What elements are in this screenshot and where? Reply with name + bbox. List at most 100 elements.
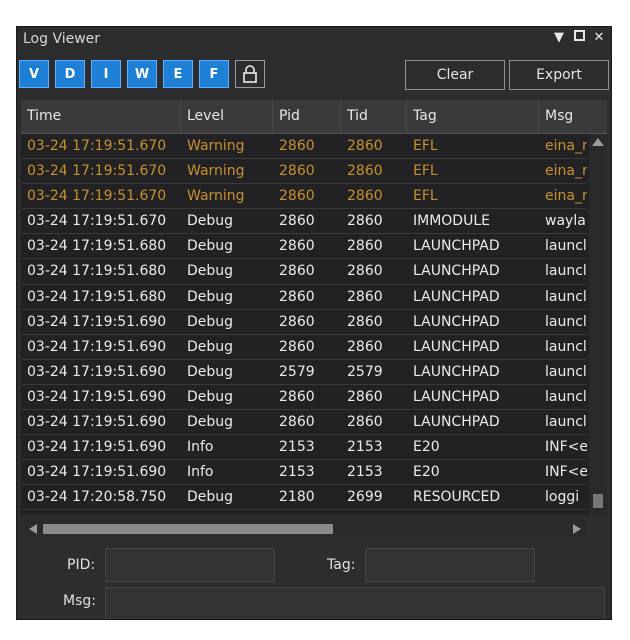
- cell-level: Info: [187, 464, 214, 481]
- cell-time: 03-24 17:19:51.670: [27, 213, 167, 230]
- maximize-icon[interactable]: [573, 30, 585, 45]
- warning-filter-button[interactable]: W: [127, 60, 157, 88]
- cell-tag: LAUNCHPAD: [413, 388, 500, 405]
- cell-tid: 2860: [347, 213, 383, 230]
- cell-tid: 2579: [347, 363, 383, 380]
- cell-tag: LAUNCHPAD: [413, 263, 500, 280]
- debug-filter-button[interactable]: D: [55, 60, 85, 88]
- cell-level: Warning: [187, 188, 245, 205]
- cell-pid: 2860: [279, 263, 315, 280]
- scroll-lock-button[interactable]: [235, 60, 265, 88]
- cell-tag: LAUNCHPAD: [413, 313, 500, 330]
- log-table: Time Level Pid Tid Tag Msg 03-24 17:19:5…: [21, 100, 607, 515]
- table-row[interactable]: 03-24 17:19:51.680 Debug 2860 2860 LAUNCHPAD…: [21, 234, 587, 260]
- cell-tid: 2699: [347, 489, 383, 506]
- column-header-level[interactable]: Level: [181, 100, 273, 133]
- column-header-tid[interactable]: Tid: [341, 100, 407, 133]
- tag-label: Tag:: [327, 557, 356, 573]
- cell-pid: 2860: [279, 414, 315, 431]
- table-row[interactable]: 03-24 17:19:51.690 Info 2153 2153 E20 INF<e: [21, 460, 587, 486]
- vertical-scroll-thumb[interactable]: [593, 494, 603, 508]
- cell-level: Debug: [187, 388, 234, 405]
- table-row[interactable]: 03-24 17:19:51.680 Debug 2860 2860 LAUNCHPAD…: [21, 259, 587, 285]
- cell-tid: 2860: [347, 288, 383, 305]
- cell-msg: launcl: [545, 363, 587, 380]
- cell-time: 03-24 17:19:51.690: [27, 388, 167, 405]
- cell-tag: E20: [413, 464, 440, 481]
- table-row[interactable]: 03-24 17:20:58.750 Debug 2180 2699 RESOURCED…: [21, 485, 587, 511]
- cell-time: 03-24 17:19:51.690: [27, 414, 167, 431]
- log-viewer-panel: Log Viewer ▼ ✕ V D I W E F Clear Export …: [16, 26, 612, 620]
- cell-time: 03-24 17:19:51.690: [27, 464, 167, 481]
- scroll-left-icon[interactable]: [29, 524, 37, 534]
- cell-time: 03-24 17:19:51.680: [27, 263, 167, 280]
- table-header: Time Level Pid Tid Tag Msg: [21, 100, 607, 134]
- export-button[interactable]: Export: [509, 60, 609, 90]
- table-row[interactable]: 03-24 17:19:51.690 Debug 2579 2579 LAUNCHPAD…: [21, 360, 587, 385]
- cell-tid: 2860: [347, 263, 383, 280]
- cell-msg: loggi: [545, 489, 580, 506]
- error-filter-button[interactable]: E: [163, 60, 193, 88]
- cell-msg: launcl: [545, 313, 587, 330]
- table-body: 03-24 17:19:51.670 Warning 2860 2860 EFL eina…: [21, 134, 587, 511]
- table-row[interactable]: 03-24 17:19:51.670 Debug 2860 2860 IMMODULE w…: [21, 209, 587, 235]
- cell-pid: 2860: [279, 163, 315, 180]
- cell-level: Debug: [187, 213, 234, 230]
- table-row[interactable]: 03-24 17:19:51.690 Debug 2860 2860 LAUNCHPAD…: [21, 310, 587, 335]
- dropdown-icon[interactable]: ▼: [553, 30, 565, 45]
- scroll-right-icon[interactable]: [573, 524, 581, 534]
- verbose-filter-button[interactable]: V: [19, 60, 49, 88]
- cell-msg: eina_r: [545, 188, 587, 205]
- table-row[interactable]: 03-24 17:19:51.690 Info 2153 2153 E20 INF<e: [21, 435, 587, 461]
- cell-time: 03-24 17:19:51.680: [27, 288, 167, 305]
- horizontal-scroll-thumb[interactable]: [43, 524, 333, 534]
- cell-tag: EFL: [413, 188, 438, 205]
- table-row[interactable]: 03-24 17:19:51.690 Debug 2860 2860 LAUNCHPAD…: [21, 335, 587, 360]
- column-header-pid[interactable]: Pid: [273, 100, 341, 133]
- column-header-msg[interactable]: Msg: [539, 100, 607, 133]
- table-row[interactable]: 03-24 17:19:51.670 Warning 2860 2860 EFL eina…: [21, 184, 587, 210]
- cell-tag: EFL: [413, 138, 438, 154]
- table-row[interactable]: 03-24 17:19:51.690 Debug 2860 2860 LAUNCHPAD…: [21, 385, 587, 411]
- lock-icon: [243, 65, 257, 83]
- cell-pid: 2860: [279, 388, 315, 405]
- pid-filter-input[interactable]: [105, 548, 275, 582]
- cell-level: Debug: [187, 313, 234, 330]
- cell-tag: IMMODULE: [413, 213, 490, 230]
- table-row[interactable]: 03-24 17:19:51.670 Warning 2860 2860 EFL eina…: [21, 134, 587, 160]
- window-title: Log Viewer: [23, 31, 101, 47]
- horizontal-scrollbar[interactable]: [25, 520, 585, 538]
- cell-tag: LAUNCHPAD: [413, 363, 500, 380]
- table-row[interactable]: 03-24 17:19:51.670 Warning 2860 2860 EFL eina…: [21, 159, 587, 185]
- pid-label: PID:: [67, 557, 96, 573]
- cell-tid: 2860: [347, 163, 383, 180]
- vertical-scrollbar[interactable]: [589, 134, 607, 515]
- cell-level: Debug: [187, 263, 234, 280]
- clear-button[interactable]: Clear: [405, 60, 505, 90]
- cell-tid: 2860: [347, 188, 383, 205]
- cell-tid: 2860: [347, 138, 383, 154]
- cell-pid: 2860: [279, 188, 315, 205]
- msg-label: Msg:: [63, 593, 96, 609]
- table-row[interactable]: 03-24 17:19:51.680 Debug 2860 2860 LAUNCHPAD…: [21, 285, 587, 310]
- close-icon[interactable]: ✕: [593, 30, 605, 45]
- cell-time: 03-24 17:19:51.670: [27, 163, 167, 180]
- info-filter-button[interactable]: I: [91, 60, 121, 88]
- column-header-time[interactable]: Time: [21, 100, 181, 133]
- cell-level: Debug: [187, 414, 234, 431]
- cell-tag: LAUNCHPAD: [413, 338, 500, 355]
- cell-pid: 2153: [279, 439, 315, 456]
- msg-filter-input[interactable]: [105, 587, 605, 619]
- cell-pid: 2153: [279, 464, 315, 481]
- cell-level: Debug: [187, 338, 234, 355]
- cell-msg: launcl: [545, 263, 587, 280]
- cell-level: Debug: [187, 288, 234, 305]
- cell-tid: 2153: [347, 439, 383, 456]
- column-header-tag[interactable]: Tag: [407, 100, 539, 133]
- tag-filter-input[interactable]: [365, 548, 535, 582]
- table-row[interactable]: 03-24 17:19:51.690 Debug 2860 2860 LAUNCHPAD…: [21, 410, 587, 436]
- cell-pid: 2860: [279, 338, 315, 355]
- cell-time: 03-24 17:19:51.690: [27, 439, 167, 456]
- fatal-filter-button[interactable]: F: [199, 60, 229, 88]
- scroll-up-icon[interactable]: [592, 138, 604, 146]
